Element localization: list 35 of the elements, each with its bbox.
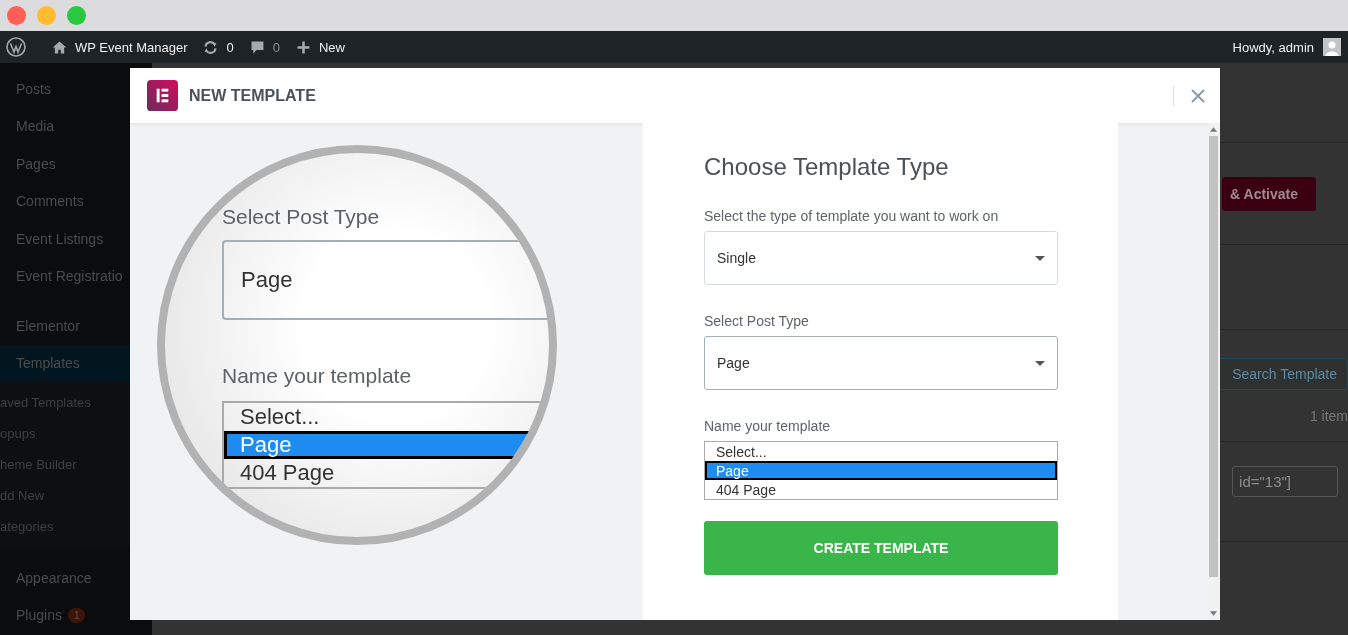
greeting-text[interactable]: Howdy, admin bbox=[1232, 39, 1314, 55]
list-option[interactable]: 404 Page bbox=[705, 480, 1057, 499]
wordpress-logo-icon[interactable] bbox=[6, 37, 26, 57]
list-option[interactable]: Page bbox=[705, 461, 1057, 480]
comments-count: 0 bbox=[272, 39, 280, 55]
close-icon[interactable] bbox=[1190, 87, 1206, 104]
select-field: Page bbox=[222, 240, 549, 320]
field-label: Select Post Type bbox=[704, 313, 809, 329]
field-label: Select Post Type bbox=[222, 205, 380, 229]
template-type-select[interactable]: Single bbox=[704, 231, 1058, 285]
item-count: 1 item bbox=[1309, 407, 1348, 424]
dialog-title: NEW TEMPLATE bbox=[189, 86, 316, 105]
field-label: Name your template bbox=[704, 418, 831, 434]
list-option: 404 Page bbox=[224, 459, 549, 487]
logo-icon bbox=[147, 80, 178, 111]
activate-button[interactable]: & Activate bbox=[1222, 176, 1316, 211]
shortcode-field[interactable]: id="13"] bbox=[1232, 466, 1338, 497]
create-template-button[interactable]: CREATE TEMPLATE bbox=[704, 521, 1058, 575]
caret-icon bbox=[1035, 360, 1045, 366]
field-label: Select the type of template you want to work on bbox=[704, 208, 999, 224]
refresh-icon[interactable] bbox=[202, 38, 220, 56]
caret-icon bbox=[1035, 255, 1045, 261]
list-option[interactable]: Select... bbox=[705, 442, 1057, 461]
scroll-up-icon[interactable] bbox=[1210, 127, 1217, 132]
post-type-select[interactable]: Page bbox=[704, 336, 1058, 390]
search-button[interactable]: Search Template bbox=[1219, 358, 1348, 390]
new-link[interactable]: New bbox=[318, 39, 345, 55]
updates-count: 0 bbox=[226, 39, 234, 55]
list-box[interactable]: Select... Page 404 Page bbox=[704, 441, 1058, 500]
scroll-down-icon[interactable] bbox=[1210, 611, 1217, 616]
field-label: Name your template bbox=[222, 364, 412, 388]
form-heading: Choose Template Type bbox=[704, 153, 949, 181]
window-control[interactable] bbox=[7, 6, 26, 25]
list-option: Select... bbox=[224, 403, 549, 431]
site-name-link[interactable]: WP Event Manager bbox=[75, 39, 188, 55]
